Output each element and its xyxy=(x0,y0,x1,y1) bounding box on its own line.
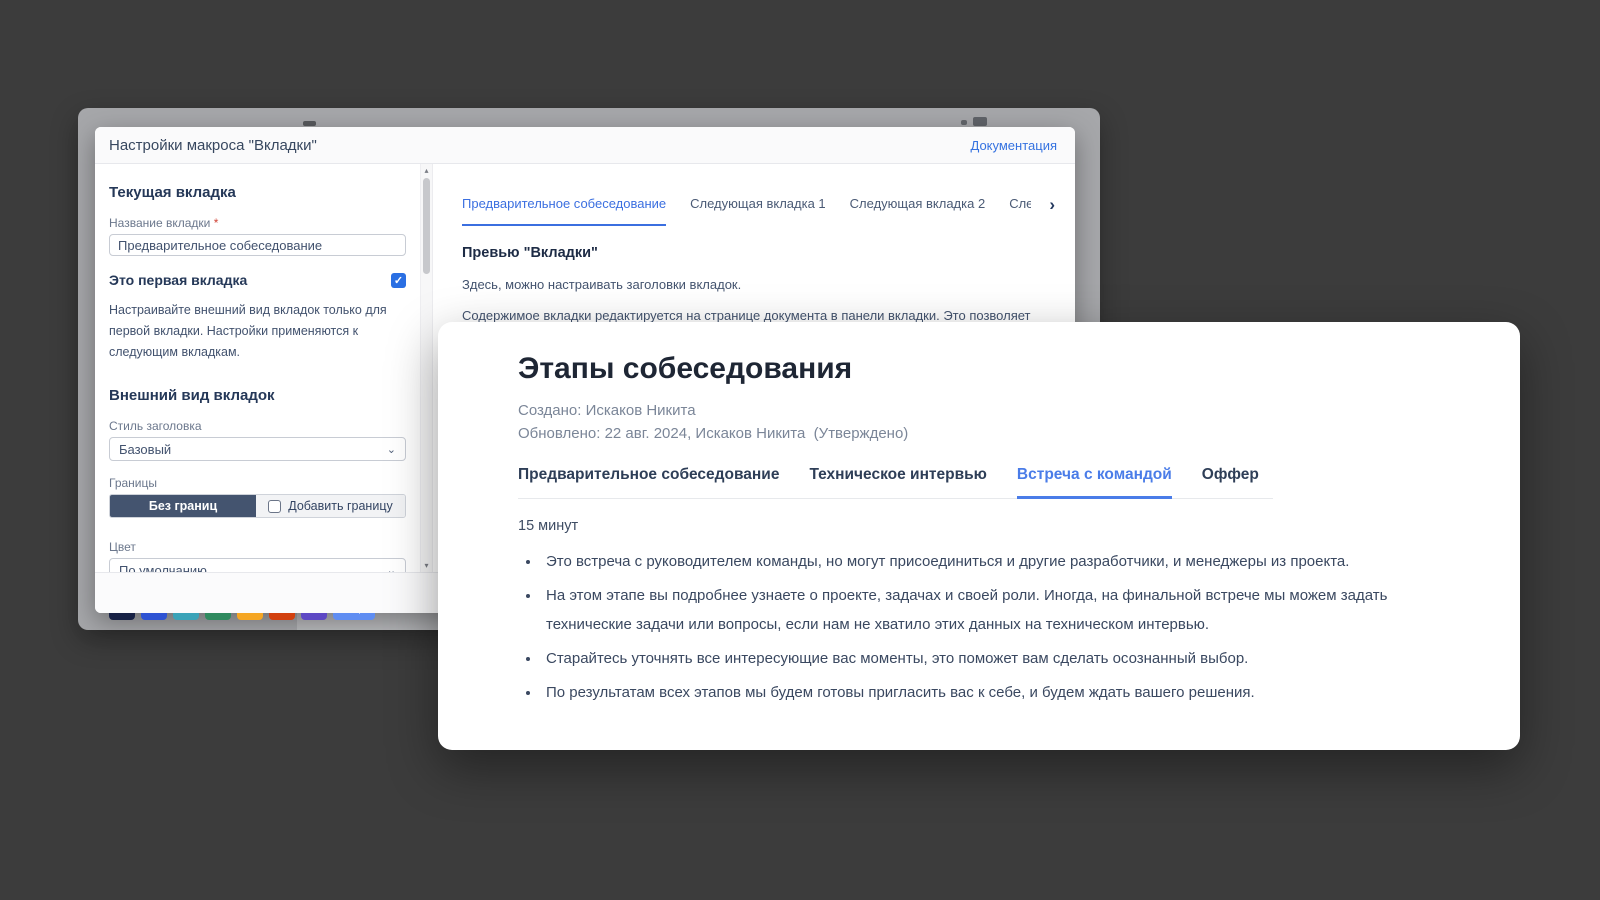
scroll-up-icon[interactable]: ▴ xyxy=(421,166,432,175)
first-tab-label: Это первая вкладка xyxy=(109,272,247,288)
page-tab-1[interactable]: Предварительное собеседование xyxy=(518,466,779,498)
borders-label: Границы xyxy=(109,476,406,490)
page-tab-2[interactable]: Техническое интервью xyxy=(809,466,986,498)
documentation-link[interactable]: Документация xyxy=(971,138,1058,153)
page-title: Этапы собеседования xyxy=(518,352,1520,386)
page-meta: Создано: Искаков Никита Обновлено: 22 ав… xyxy=(518,399,1520,445)
tab-name-label-text: Название вкладки xyxy=(109,216,210,230)
required-mark: * xyxy=(214,216,219,230)
preview-tab-3[interactable]: Следующая вкладка 2 xyxy=(850,196,986,226)
chevron-down-icon: ⌄ xyxy=(387,443,396,456)
header-style-value: Базовый xyxy=(119,442,171,457)
list-item: Старайтесь уточнять все интересующие вас… xyxy=(541,644,1403,673)
preview-tabs: Предварительное собеседование Следующая … xyxy=(462,196,1031,226)
page-preview-card: Этапы собеседования Создано: Искаков Ник… xyxy=(438,322,1520,750)
preview-paragraph-2: Содержимое вкладки редактируется на стра… xyxy=(462,308,1057,323)
no-borders-option[interactable]: Без границ xyxy=(110,495,256,517)
tab-name-input[interactable] xyxy=(109,234,406,256)
stage-bullet-list: Это встреча с руководителем команды, но … xyxy=(518,547,1403,707)
current-tab-section-heading: Текущая вкладка xyxy=(109,184,406,201)
preview-heading: Превью "Вкладки" xyxy=(462,245,1057,261)
stage-duration: 15 минут xyxy=(518,518,1520,534)
background-page-icon xyxy=(961,120,967,125)
preview-tab-4[interactable]: Следующая вкладка 3 xyxy=(1009,196,1031,226)
scroll-down-icon[interactable]: ▾ xyxy=(421,561,432,570)
created-by: Создано: Искаков Никита xyxy=(518,399,1520,422)
dialog-title: Настройки макроса "Вкладки" xyxy=(109,137,317,154)
preview-tabs-row: Предварительное собеседование Следующая … xyxy=(462,196,1057,226)
add-border-checkbox[interactable] xyxy=(268,500,281,513)
add-border-label: Добавить границу xyxy=(288,499,392,513)
appearance-section-heading: Внешний вид вкладок xyxy=(109,387,406,404)
settings-form-panel: Текущая вкладка Название вкладки * Это п… xyxy=(95,164,420,572)
header-style-select[interactable]: Базовый ⌄ xyxy=(109,437,406,461)
updated-by: Обновлено: 22 авг. 2024, Искаков Никита … xyxy=(518,422,1520,445)
background-page-icon xyxy=(973,117,987,126)
list-item: Это встреча с руководителем команды, но … xyxy=(541,547,1403,576)
borders-toggle: Без границ Добавить границу xyxy=(109,494,406,518)
preview-tab-1[interactable]: Предварительное собеседование xyxy=(462,196,666,226)
add-border-option[interactable]: Добавить границу xyxy=(256,495,405,517)
scrollbar-thumb[interactable] xyxy=(423,178,430,274)
list-item: На этом этапе вы подробнее узнаете о про… xyxy=(541,581,1403,639)
preview-tab-2[interactable]: Следующая вкладка 1 xyxy=(690,196,826,226)
tabs-overflow-chevron-icon[interactable]: › xyxy=(1049,196,1055,213)
page-tab-4[interactable]: Оффер xyxy=(1202,466,1259,498)
dialog-header: Настройки макроса "Вкладки" Документация xyxy=(95,127,1075,164)
first-tab-help-text: Настраивайте внешний вид вкладок только … xyxy=(109,300,405,363)
background-page-title-fragment xyxy=(303,121,316,126)
first-tab-checkbox[interactable]: ✓ xyxy=(391,273,406,288)
preview-paragraph-1: Здесь, можно настраивать заголовки вклад… xyxy=(462,277,1057,292)
tab-name-label: Название вкладки * xyxy=(109,216,406,230)
page-tabs: Предварительное собеседование Техническо… xyxy=(518,466,1273,499)
header-style-label: Стиль заголовка xyxy=(109,419,406,433)
color-label: Цвет xyxy=(109,540,406,554)
page-tab-3[interactable]: Встреча с командой xyxy=(1017,466,1172,499)
list-item: По результатам всех этапов мы будем гото… xyxy=(541,678,1403,707)
form-scrollbar[interactable]: ▴ ▾ xyxy=(420,164,432,572)
first-tab-row: Это первая вкладка ✓ xyxy=(109,272,406,288)
